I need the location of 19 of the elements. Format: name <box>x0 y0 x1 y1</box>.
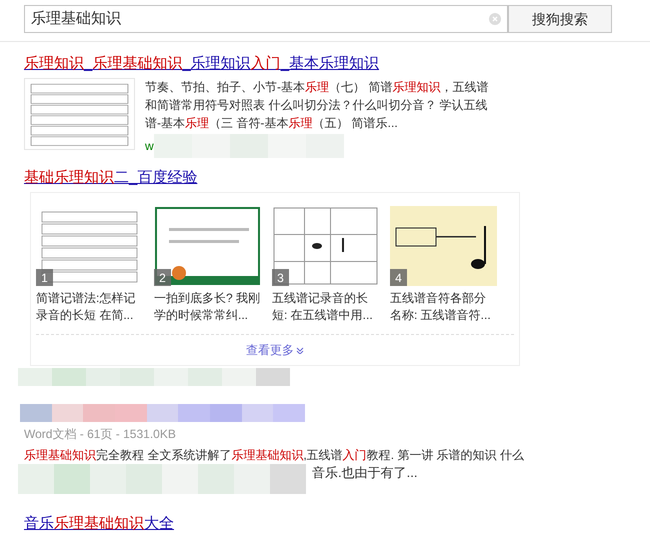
number-badge: 1 <box>36 269 53 286</box>
result-title-link[interactable]: 音乐乐理基础知识大全 <box>24 515 174 532</box>
gallery-caption[interactable]: 五线谱记录音的长短: 在五线谱中用... <box>272 290 379 324</box>
gallery-caption[interactable]: 五线谱音符各部分名称: 五线谱音符... <box>390 290 497 324</box>
gallery-caption[interactable]: 一拍到底多长? 我刚学的时候常常纠... <box>154 290 261 324</box>
show-more-link[interactable]: 查看更多 <box>246 341 304 359</box>
result-snippet: 节奏、节拍、拍子、小节-基本乐理（七） 简谱乐理知识，五线谱和简谱常用符号对照表 什么叫切分法？什么叫切分音？ 学认五线谱-基本乐理（三 音符-基本乐理（五） 简谱乐... <box>145 79 490 132</box>
chevron-down-icon <box>296 346 304 354</box>
result-url: w <box>145 138 154 155</box>
gallery-caption[interactable]: 简谱记谱法:怎样记录音的长短 在简... <box>36 290 143 324</box>
search-button[interactable]: 搜狗搜索 <box>508 5 612 33</box>
result-snippet: 乐理基础知识完全教程 全文系统讲解了乐理基础知识,五线谱入门教程. 第一讲 乐谱的知识 什么 <box>24 447 526 464</box>
number-badge: 4 <box>390 269 407 286</box>
clear-icon[interactable] <box>489 13 501 25</box>
result-snippet-tail: 音乐.也由于有了... <box>312 464 418 482</box>
search-field[interactable]: 乐理基础知识 <box>24 5 508 33</box>
number-badge: 2 <box>154 269 171 286</box>
number-badge: 3 <box>272 269 289 286</box>
document-meta: Word文档 - 61页 - 1531.0KB <box>24 426 177 443</box>
